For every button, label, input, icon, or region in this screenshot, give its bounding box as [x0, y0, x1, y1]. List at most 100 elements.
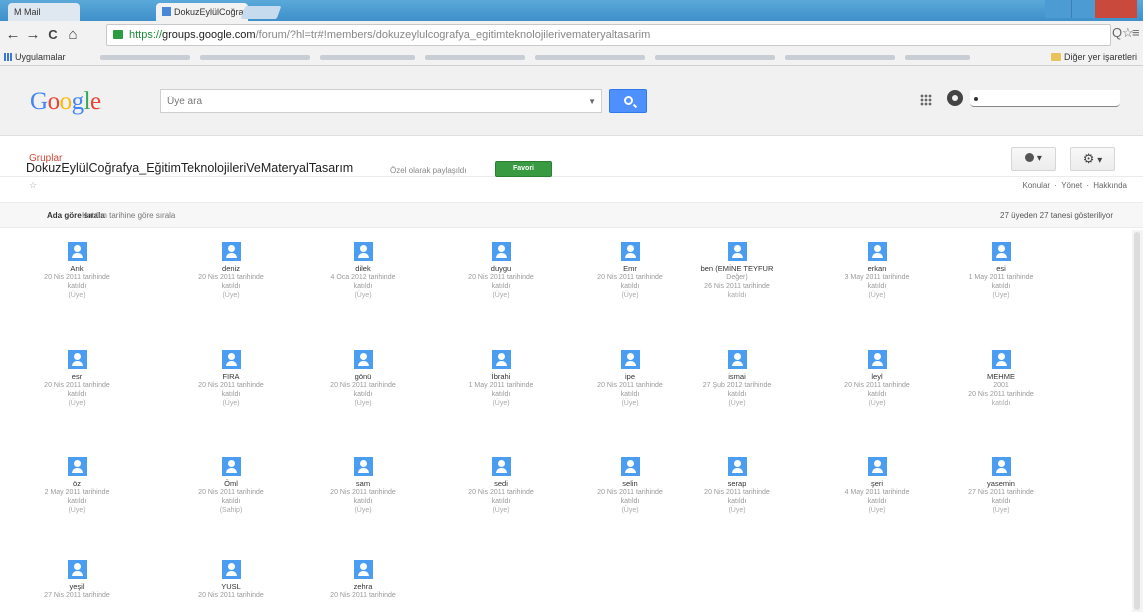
avatar[interactable]	[491, 457, 511, 476]
favorite-button[interactable]: Favori	[495, 161, 552, 177]
member-name[interactable]: Arık	[32, 264, 122, 273]
member-name[interactable]: FIRA	[186, 372, 276, 381]
member-card[interactable]: Öml 20 Nis 2011 tarihinde katıldı (Sahip)	[186, 457, 276, 515]
avatar[interactable]	[353, 350, 373, 369]
member-card[interactable]: gönü 20 Nis 2011 tarihinde katıldı (Üye)	[318, 350, 408, 408]
chrome-menu-icon[interactable]: ≡	[1132, 25, 1140, 40]
member-card[interactable]: öz 2 May 2011 tarihinde katıldı (Üye)	[32, 457, 122, 515]
avatar[interactable]	[221, 242, 241, 261]
avatar[interactable]	[221, 457, 241, 476]
avatar[interactable]	[67, 560, 87, 579]
settings-button[interactable]: ⚙ ▾	[1070, 147, 1115, 171]
member-name[interactable]: ben (EMİNE TEYFUR	[692, 264, 782, 273]
avatar[interactable]	[221, 350, 241, 369]
manage-link[interactable]: Yönet	[1061, 181, 1082, 190]
member-name[interactable]: Öml	[186, 479, 276, 488]
avatar[interactable]	[620, 350, 640, 369]
bookmark-item[interactable]	[425, 55, 525, 60]
bookmarks-apps[interactable]: Uygulamalar	[4, 52, 66, 62]
search-icon[interactable]: Q	[1112, 25, 1122, 40]
member-card[interactable]: İbrahi 1 May 2011 tarihinde katıldı (Üye)	[456, 350, 546, 408]
member-name[interactable]: gönü	[318, 372, 408, 381]
member-name[interactable]: dilek	[318, 264, 408, 273]
avatar[interactable]	[727, 457, 747, 476]
member-name[interactable]: sam	[318, 479, 408, 488]
member-name[interactable]: öz	[32, 479, 122, 488]
avatar[interactable]	[353, 560, 373, 579]
notifications-icon[interactable]	[947, 90, 963, 106]
member-name[interactable]: serap	[692, 479, 782, 488]
avatar[interactable]	[67, 457, 87, 476]
bookmark-item[interactable]	[320, 55, 415, 60]
bookmark-item[interactable]	[535, 55, 645, 60]
member-card[interactable]: Emr 20 Nis 2011 tarihinde katıldı (Üye)	[585, 242, 675, 300]
avatar[interactable]	[221, 560, 241, 579]
member-name[interactable]: sedi	[456, 479, 546, 488]
member-card[interactable]: erkan 3 May 2011 tarihinde katıldı (Üye)	[832, 242, 922, 300]
sort-by-date[interactable]: Katılım tarihine göre sırala	[82, 211, 175, 220]
member-card[interactable]: Arık 20 Nis 2011 tarihinde katıldı (Üye)	[32, 242, 122, 300]
avatar[interactable]	[67, 242, 87, 261]
avatar[interactable]	[991, 350, 1011, 369]
member-card[interactable]: ipe 20 Nis 2011 tarihinde katıldı (Üye)	[585, 350, 675, 408]
bookmark-item[interactable]	[655, 55, 775, 60]
member-name[interactable]: yasemin	[956, 479, 1046, 488]
about-link[interactable]: Hakkında	[1093, 181, 1127, 190]
member-name[interactable]: ipe	[585, 372, 675, 381]
member-card[interactable]: duygu 20 Nis 2011 tarihinde katıldı (Üye)	[456, 242, 546, 300]
member-card[interactable]: yeşil 27 Nis 2011 tarihinde	[32, 560, 122, 600]
member-card[interactable]: deniz 20 Nis 2011 tarihinde katıldı (Üye)	[186, 242, 276, 300]
member-card[interactable]: yasemin 27 Nis 2011 tarihinde katıldı (Üye)	[956, 457, 1046, 515]
search-button[interactable]	[609, 89, 647, 113]
avatar[interactable]	[867, 350, 887, 369]
member-name[interactable]: yeşil	[32, 582, 122, 591]
avatar[interactable]	[620, 242, 640, 261]
member-name[interactable]: esi	[956, 264, 1046, 273]
search-dropdown-caret-icon[interactable]: ▼	[588, 97, 596, 106]
members-menu-button[interactable]: ▾	[1011, 147, 1056, 171]
forward-arrow-icon[interactable]: →	[24, 26, 42, 44]
bookmark-item[interactable]	[100, 55, 190, 60]
member-name[interactable]: esr	[32, 372, 122, 381]
member-card[interactable]: sam 20 Nis 2011 tarihinde katıldı (Üye)	[318, 457, 408, 515]
member-card[interactable]: sedi 20 Nis 2011 tarihinde katıldı (Üye)	[456, 457, 546, 515]
member-name[interactable]: erkan	[832, 264, 922, 273]
avatar[interactable]	[727, 350, 747, 369]
member-card[interactable]: esi 1 May 2011 tarihinde katıldı (Üye)	[956, 242, 1046, 300]
member-card[interactable]: MEHME 2001 20 Nis 2011 tarihinde katıldı	[956, 350, 1046, 408]
avatar[interactable]	[991, 242, 1011, 261]
avatar[interactable]	[727, 242, 747, 261]
topics-link[interactable]: Konular	[1023, 181, 1051, 190]
member-card[interactable]: esr 20 Nis 2011 tarihinde katıldı (Üye)	[32, 350, 122, 408]
home-icon[interactable]: ⌂	[64, 26, 82, 44]
new-tab-button[interactable]	[240, 6, 282, 19]
avatar[interactable]	[67, 350, 87, 369]
bookmark-item[interactable]	[200, 55, 310, 60]
avatar[interactable]	[353, 242, 373, 261]
member-card[interactable]: ben (EMİNE TEYFUR Değer) 26 Nis 2011 tarih…	[692, 242, 782, 300]
avatar[interactable]	[991, 457, 1011, 476]
member-card[interactable]: zehra 20 Nis 2011 tarihinde	[318, 560, 408, 600]
member-name[interactable]: leyl	[832, 372, 922, 381]
member-name[interactable]: deniz	[186, 264, 276, 273]
bookmark-item[interactable]	[905, 55, 970, 60]
member-card[interactable]: FIRA 20 Nis 2011 tarihinde katıldı (Üye)	[186, 350, 276, 408]
close-window-button[interactable]	[1095, 0, 1137, 18]
avatar[interactable]	[867, 242, 887, 261]
member-name[interactable]: Emr	[585, 264, 675, 273]
reload-icon[interactable]: C	[44, 26, 62, 44]
google-logo[interactable]: Google	[30, 88, 101, 116]
member-name[interactable]: zehra	[318, 582, 408, 591]
minimize-button[interactable]	[1045, 0, 1071, 18]
member-name[interactable]: duygu	[456, 264, 546, 273]
member-card[interactable]: dilek 4 Oca 2012 tarihinde katıldı (Üye)	[318, 242, 408, 300]
maximize-button[interactable]	[1071, 0, 1095, 18]
avatar[interactable]	[620, 457, 640, 476]
member-card[interactable]: leyl 20 Nis 2011 tarihinde katıldı (Üye)	[832, 350, 922, 408]
avatar[interactable]	[867, 457, 887, 476]
member-name[interactable]: MEHME	[956, 372, 1046, 381]
member-card[interactable]: YUSL 20 Nis 2011 tarihinde	[186, 560, 276, 600]
member-name[interactable]: İbrahi	[456, 372, 546, 381]
member-card[interactable]: şeri 4 May 2011 tarihinde katıldı (Üye)	[832, 457, 922, 515]
page-scrollbar[interactable]	[1132, 230, 1143, 612]
